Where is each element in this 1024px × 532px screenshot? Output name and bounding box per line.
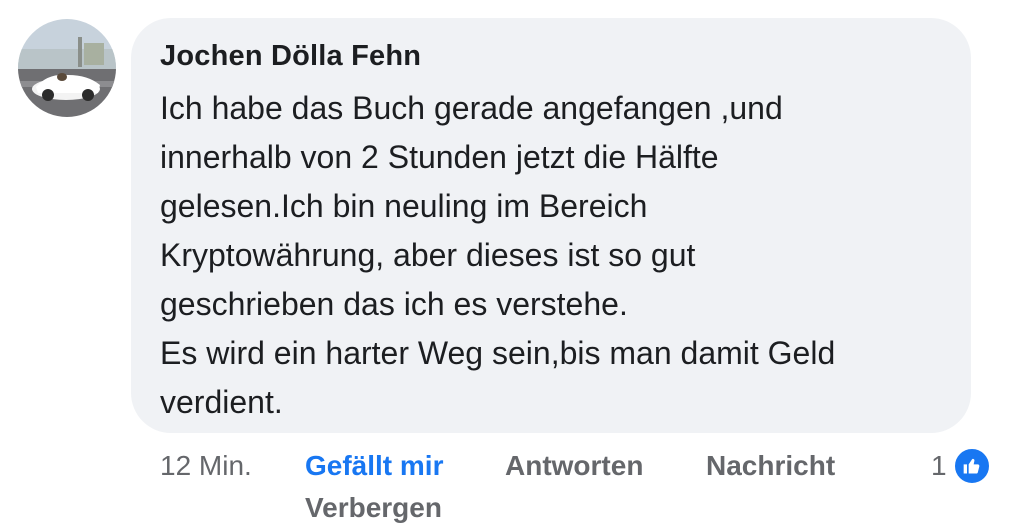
comment-author[interactable]: Jochen Dölla Fehn <box>160 40 421 73</box>
comment-text-line: verdient. <box>160 384 283 420</box>
comment-text-line: Es wird ein harter Weg sein,bis man dami… <box>160 335 836 371</box>
comment-text-line: Ich habe das Buch gerade angefangen ,und <box>160 90 783 126</box>
reaction-count: 1 <box>931 450 947 481</box>
reply-button[interactable]: Antworten <box>505 446 643 486</box>
comment-timestamp[interactable]: 12 Min. <box>160 446 252 486</box>
avatar[interactable] <box>18 19 116 117</box>
comment-text-line: gelesen.Ich bin neuling im Bereich <box>160 188 648 224</box>
comment-text-line: innerhalb von 2 Stunden jetzt die Hälfte <box>160 139 719 175</box>
comment-text-line: geschrieben das ich es verstehe. <box>160 286 628 322</box>
comment-container: Jochen Dölla Fehn Ich habe das Buch gera… <box>0 0 1024 532</box>
avatar-image <box>18 19 116 117</box>
like-button[interactable]: Gefällt mir <box>305 446 443 486</box>
thumbs-up-icon <box>952 447 991 485</box>
comment-text-line: Kryptowährung, aber dieses ist so gut <box>160 237 696 273</box>
reaction-summary[interactable]: 1 <box>931 446 991 486</box>
message-button[interactable]: Nachricht <box>706 446 835 486</box>
comment-text: Ich habe das Buch gerade angefangen ,und… <box>160 84 960 427</box>
hide-button[interactable]: Verbergen <box>305 488 442 528</box>
